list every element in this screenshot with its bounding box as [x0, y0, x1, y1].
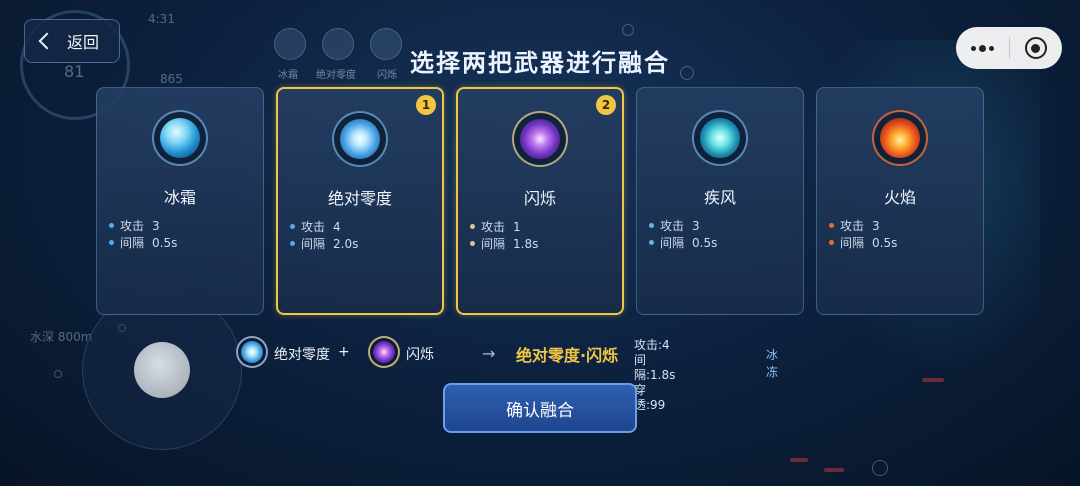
bubble	[872, 460, 888, 476]
enemy-health-bar	[790, 458, 808, 462]
selection-order-badge: 2	[596, 95, 616, 115]
fusion-stat-attack: 攻击:4	[634, 338, 670, 352]
weapon-name: 火焰	[883, 188, 916, 207]
close-mini-program-button[interactable]	[1010, 27, 1063, 69]
weapon-attack-stat: 攻击 1	[470, 218, 521, 235]
fusion-stat-interval: 间隔:1.8s	[634, 353, 676, 382]
more-menu-button[interactable]	[956, 27, 1009, 69]
confirm-fusion-button[interactable]: 确认融合	[443, 383, 637, 433]
weapon-card-flash[interactable]: 2 闪烁 攻击 1 间隔 1.8s	[456, 87, 624, 315]
flash-orb-icon	[512, 111, 568, 167]
enemy-health-bar	[824, 468, 844, 472]
selection-order-badge: 1	[416, 95, 436, 115]
page-title: 选择两把武器进行融合	[410, 49, 670, 77]
joystick-knob[interactable]	[134, 342, 190, 398]
bubble	[54, 370, 62, 378]
weapon-attack-stat: 攻击 4	[290, 218, 341, 235]
weapon-attack-stat: 攻击 3	[829, 217, 880, 234]
weapon-name: 闪烁	[523, 189, 556, 208]
wind-orb-icon	[692, 110, 748, 166]
weapon-card-gale[interactable]: 疾风 攻击 3 间隔 0.5s	[636, 87, 804, 315]
fusion-plus: +	[338, 344, 350, 360]
fusion-result-stats: 攻击:4 间隔:1.8s 穿透:99	[634, 338, 675, 413]
weapon-card-absolute-zero[interactable]: 1 绝对零度 攻击 4 间隔 2.0s	[276, 87, 444, 315]
weapon-interval-stat: 间隔 1.8s	[470, 235, 538, 252]
enemy-health-bar	[922, 378, 944, 382]
weapon-attack-stat: 攻击 3	[649, 217, 700, 234]
weapon-interval-stat: 间隔 0.5s	[649, 234, 717, 251]
fusion-stat-pierce: 穿透:99	[634, 383, 666, 412]
bubble	[622, 24, 634, 36]
fusion-first-name: 绝对零度	[274, 347, 330, 363]
bg-depth: 水深 800m	[30, 330, 93, 344]
weapon-card-ice[interactable]: 冰霜 攻击 3 间隔 0.5s	[96, 87, 264, 315]
flash-orb-icon	[368, 336, 400, 368]
fusion-result-name: 绝对零度·闪烁	[516, 346, 619, 365]
fusion-effect-tag: 冰冻	[766, 348, 779, 379]
weapon-card-fire[interactable]: 火焰 攻击 3 间隔 0.5s	[816, 87, 984, 315]
weapon-interval-stat: 间隔 0.5s	[109, 234, 177, 251]
more-dots-icon	[970, 44, 994, 52]
zero-orb-icon	[236, 336, 268, 368]
weapon-name: 绝对零度	[327, 189, 392, 208]
fire-orb-icon	[872, 110, 928, 166]
weapon-attack-stat: 攻击 3	[109, 217, 160, 234]
weapon-name: 冰霜	[163, 188, 196, 207]
arrow-right-icon: →	[482, 344, 496, 363]
mini-program-capsule	[956, 27, 1062, 69]
weapon-interval-stat: 间隔 0.5s	[829, 234, 897, 251]
weapon-interval-stat: 间隔 2.0s	[290, 235, 358, 252]
zero-orb-icon	[332, 111, 388, 167]
bg-timer: 4:31	[148, 12, 175, 26]
fusion-second-name: 闪烁	[406, 347, 434, 363]
weapon-card-list: 冰霜 攻击 3 间隔 0.5s 1 绝对零度 攻击 4 间隔 2.0s 2 闪烁 攻击 1…	[96, 87, 986, 315]
target-circle-icon	[1024, 37, 1047, 59]
weapon-name: 疾风	[703, 188, 736, 207]
ice-orb-icon	[152, 110, 208, 166]
